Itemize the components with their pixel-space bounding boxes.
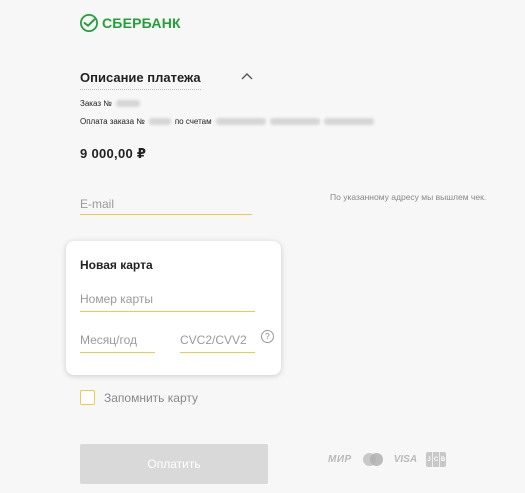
mastercard-logo-icon bbox=[362, 453, 383, 466]
new-card-panel: Новая карта ? bbox=[66, 241, 281, 375]
remember-card-toggle[interactable]: Запомнить карту bbox=[80, 390, 198, 405]
payment-prefix: Оплата заказа № bbox=[80, 117, 145, 126]
mir-logo-icon: МИР bbox=[328, 454, 352, 465]
jcb-letter: C bbox=[432, 452, 440, 467]
payment-systems: МИР VISA J C B bbox=[328, 452, 447, 467]
cvc-input[interactable] bbox=[180, 332, 255, 347]
account-redacted bbox=[215, 118, 266, 125]
account-redacted bbox=[269, 118, 320, 125]
jcb-letter: B bbox=[439, 452, 447, 467]
email-input[interactable] bbox=[80, 196, 252, 211]
order-number-redacted bbox=[115, 100, 140, 107]
payment-line: Оплата заказа № по счетам bbox=[80, 117, 374, 126]
payment-accounts-label: по счетам bbox=[174, 117, 212, 126]
chevron-up-icon[interactable] bbox=[240, 70, 254, 82]
sberbank-logo-icon bbox=[80, 14, 98, 32]
expiry-input[interactable] bbox=[80, 332, 155, 347]
remember-card-checkbox[interactable] bbox=[80, 390, 95, 405]
visa-logo-icon: VISA bbox=[393, 454, 418, 465]
card-number-field[interactable] bbox=[80, 286, 255, 312]
payment-order-redacted bbox=[148, 118, 171, 125]
cvc-help-icon[interactable]: ? bbox=[261, 330, 274, 343]
order-label: Заказ № bbox=[80, 99, 112, 108]
payment-amount: 9 000,00 ₽ bbox=[80, 146, 147, 161]
jcb-logo-icon: J C B bbox=[426, 452, 447, 467]
order-line: Заказ № bbox=[80, 99, 140, 108]
cvc-field[interactable] bbox=[180, 327, 255, 353]
account-redacted bbox=[323, 118, 374, 125]
remember-card-label: Запомнить карту bbox=[104, 390, 198, 405]
pay-button[interactable]: Оплатить bbox=[80, 444, 268, 484]
new-card-title: Новая карта bbox=[80, 258, 153, 272]
sberbank-logo: СБЕРБАНК bbox=[80, 14, 181, 32]
payment-description-title[interactable]: Описание платежа bbox=[80, 70, 201, 90]
email-hint: По указанному адресу мы вышлем чек. bbox=[330, 192, 487, 202]
expiry-field[interactable] bbox=[80, 327, 155, 353]
email-field[interactable] bbox=[80, 193, 252, 215]
logo-text: СБЕРБАНК bbox=[102, 15, 181, 31]
card-number-input[interactable] bbox=[80, 291, 255, 306]
